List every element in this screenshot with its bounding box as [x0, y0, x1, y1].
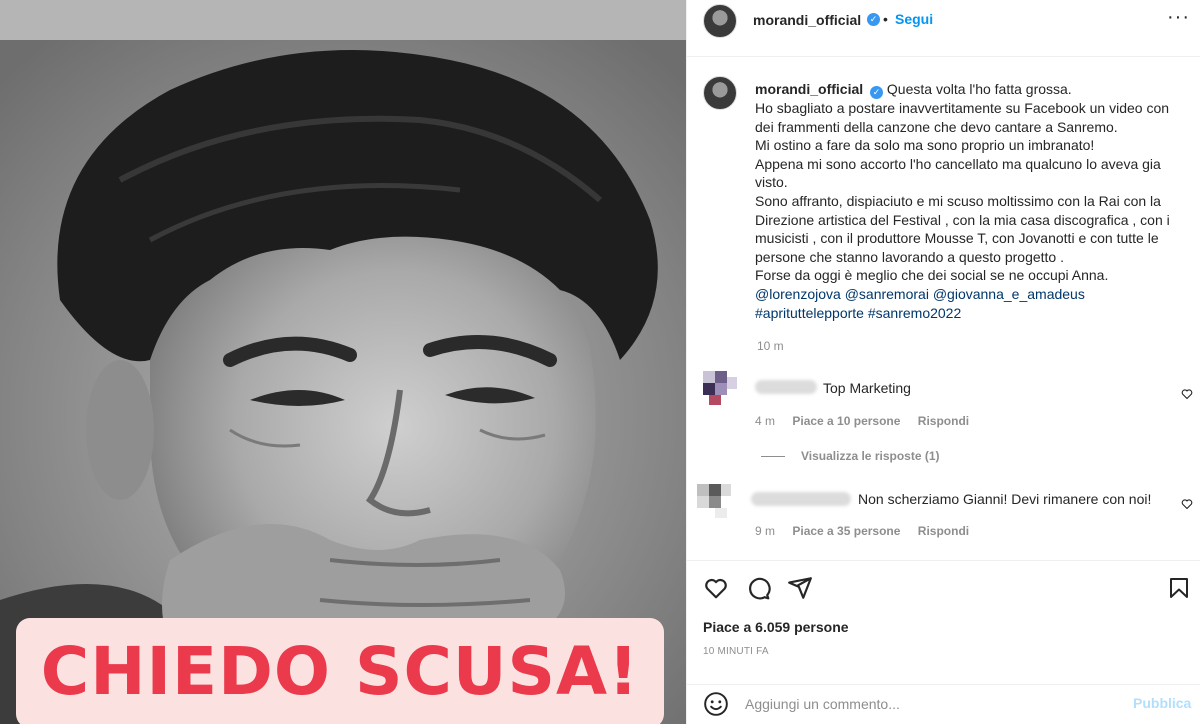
- mention-link[interactable]: @sanremorai: [845, 286, 929, 302]
- post-header: morandi_official ✓ • Segui ···: [687, 0, 1200, 43]
- mention-link[interactable]: @lorenzojova: [755, 286, 841, 302]
- caption-line: Questa volta l'ho fatta grossa.: [886, 81, 1072, 97]
- header-divider: [687, 56, 1200, 57]
- caption-username[interactable]: morandi_official: [755, 81, 863, 97]
- comment-input[interactable]: [745, 692, 1125, 716]
- image-caption-text: CHIEDO SCUSA!: [40, 632, 640, 710]
- caption-line: Sono affranto, dispiaciuto e mi scuso mo…: [755, 192, 1170, 265]
- portrait-illustration: [0, 40, 686, 724]
- redacted-username: [751, 492, 851, 506]
- heart-icon[interactable]: [703, 575, 729, 601]
- redacted-username: [755, 380, 817, 394]
- likes-count[interactable]: Piace a 6.059 persone: [703, 619, 849, 635]
- post-timestamp[interactable]: 10 MINUTI FA: [703, 646, 769, 657]
- post-caption: morandi_official ✓ Questa volta l'ho fat…: [755, 80, 1185, 322]
- hashtag-link[interactable]: #aprituttelepporte: [755, 305, 864, 321]
- share-icon[interactable]: [787, 575, 813, 601]
- caption-line: Forse da oggi è meglio che dei social se…: [755, 267, 1109, 284]
- caption-line: Appena mi sono accorto l'ho cancellato m…: [755, 155, 1161, 191]
- view-replies-button[interactable]: Visualizza le risposte (1): [761, 449, 940, 463]
- comment-like-heart-icon[interactable]: [1181, 388, 1193, 400]
- caption-timestamp: 10 m: [757, 339, 784, 353]
- caption-mentions: @lorenzojova @sanremorai @giovanna_e_ama…: [755, 285, 1185, 304]
- comment-meta: 4 m Piace a 10 persone Rispondi: [755, 414, 983, 428]
- comment-text: Top Marketing: [823, 380, 911, 396]
- actions-divider: [687, 560, 1200, 561]
- caption-hashtags: #aprituttelepporte #sanremo2022: [755, 304, 1185, 323]
- comment-like-heart-icon[interactable]: [1181, 498, 1193, 510]
- bookmark-icon[interactable]: [1167, 575, 1191, 601]
- post-side-panel: morandi_official ✓ • Segui ··· morandi_o…: [686, 0, 1200, 724]
- comment-icon[interactable]: [745, 575, 771, 601]
- comment-avatar[interactable]: [703, 371, 737, 405]
- follow-button[interactable]: Segui: [895, 11, 933, 27]
- comment-likes[interactable]: Piace a 35 persone: [792, 524, 900, 538]
- verified-badge-icon: ✓: [867, 13, 880, 26]
- publish-button[interactable]: Pubblica: [1133, 695, 1191, 711]
- reply-button[interactable]: Rispondi: [918, 524, 969, 538]
- caption-line: Mi ostino a fare da solo ma sono proprio…: [755, 137, 1095, 154]
- view-replies-label: Visualizza le risposte (1): [801, 449, 940, 463]
- composer-divider: [687, 684, 1200, 685]
- hashtag-link[interactable]: #sanremo2022: [868, 305, 961, 321]
- reply-button[interactable]: Rispondi: [918, 414, 969, 428]
- mention-link[interactable]: @giovanna_e_amadeus: [933, 286, 1085, 302]
- post-image[interactable]: CHIEDO SCUSA!: [0, 0, 686, 724]
- replies-dash: [761, 455, 785, 457]
- emoji-icon[interactable]: [703, 691, 729, 717]
- comment-time: 9 m: [755, 524, 776, 538]
- author-username[interactable]: morandi_official: [753, 12, 861, 28]
- more-options-icon[interactable]: ···: [1167, 6, 1190, 29]
- author-avatar[interactable]: [703, 4, 737, 38]
- comment-text: Non scherziamo Gianni! Devi rimanere con…: [858, 491, 1152, 507]
- verified-badge-icon: ✓: [870, 86, 884, 99]
- header-separator: •: [883, 11, 888, 27]
- image-caption-banner: CHIEDO SCUSA!: [16, 618, 664, 724]
- comment-likes[interactable]: Piace a 10 persone: [792, 414, 900, 428]
- caption-author-avatar[interactable]: [703, 76, 737, 110]
- comment-meta: 9 m Piace a 35 persone Rispondi: [755, 524, 983, 538]
- comment-avatar[interactable]: [697, 484, 731, 518]
- comment-time: 4 m: [755, 414, 776, 428]
- caption-line: Ho sbagliato a postare inavvertitamente …: [755, 100, 1170, 135]
